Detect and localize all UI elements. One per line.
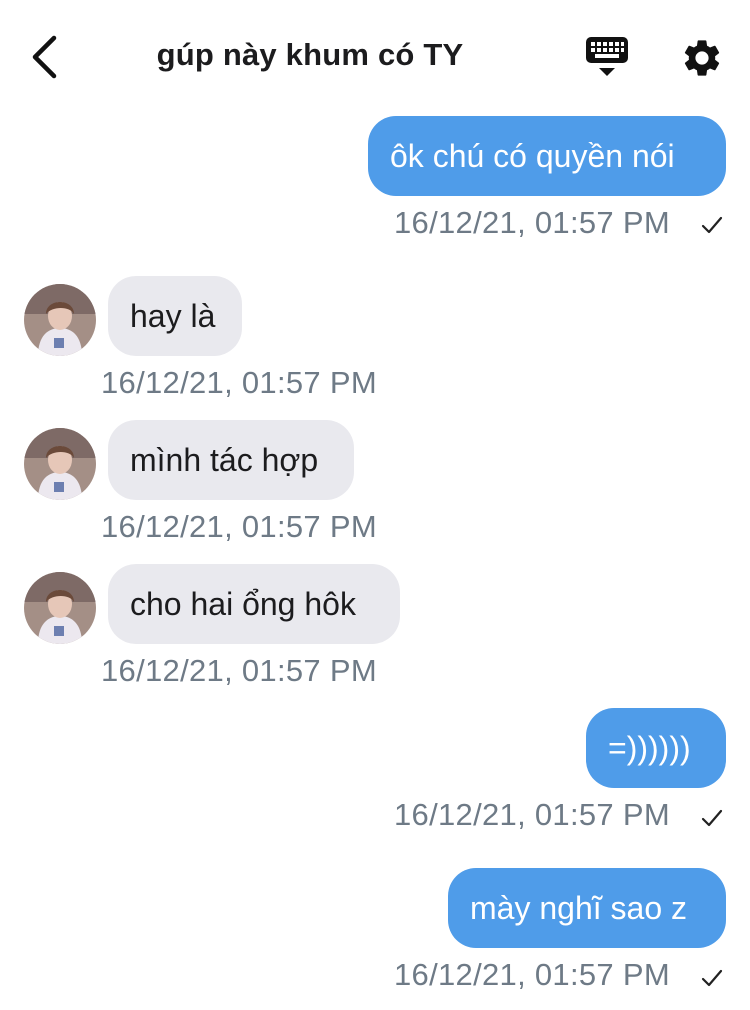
outgoing-message-bubble[interactable]: ôk chú có quyền nói bbox=[368, 116, 726, 196]
back-button[interactable] bbox=[22, 32, 68, 82]
outgoing-message-bubble[interactable]: mày nghĩ sao z bbox=[448, 868, 726, 948]
sender-avatar[interactable] bbox=[24, 284, 96, 356]
chat-title: gúp này khum có TY bbox=[156, 37, 464, 72]
sent-check-icon bbox=[701, 809, 723, 827]
keyboard-icon bbox=[586, 37, 628, 76]
incoming-message-bubble[interactable]: hay là bbox=[108, 276, 242, 356]
gear-icon bbox=[684, 40, 720, 76]
sender-avatar[interactable] bbox=[24, 428, 96, 500]
chevron-left-icon bbox=[32, 35, 57, 79]
sender-avatar[interactable] bbox=[24, 572, 96, 644]
sent-check-icon bbox=[701, 969, 723, 987]
message-timestamp: 16/12/21, 01:57 PM bbox=[101, 365, 377, 400]
message-timestamp: 16/12/21, 01:57 PM bbox=[101, 653, 377, 688]
message-timestamp: 16/12/21, 01:57 PM bbox=[394, 797, 670, 832]
chat-header: gúp này khum có TY bbox=[0, 0, 750, 110]
message-timestamp: 16/12/21, 01:57 PM bbox=[394, 957, 670, 992]
outgoing-message-bubble[interactable]: =)))))) bbox=[586, 708, 726, 788]
incoming-message-bubble[interactable]: mình tác hợp bbox=[108, 420, 354, 500]
message-timestamp: 16/12/21, 01:57 PM bbox=[101, 509, 377, 544]
message-timestamp: 16/12/21, 01:57 PM bbox=[394, 205, 670, 240]
keyboard-toggle-button[interactable] bbox=[584, 34, 630, 80]
sent-check-icon bbox=[701, 216, 723, 234]
settings-button[interactable] bbox=[680, 36, 724, 80]
chat-screen: gúp này khum có TY ôk chú có quyền nói 1… bbox=[0, 0, 750, 1010]
incoming-message-bubble[interactable]: cho hai ổng hôk bbox=[108, 564, 400, 644]
